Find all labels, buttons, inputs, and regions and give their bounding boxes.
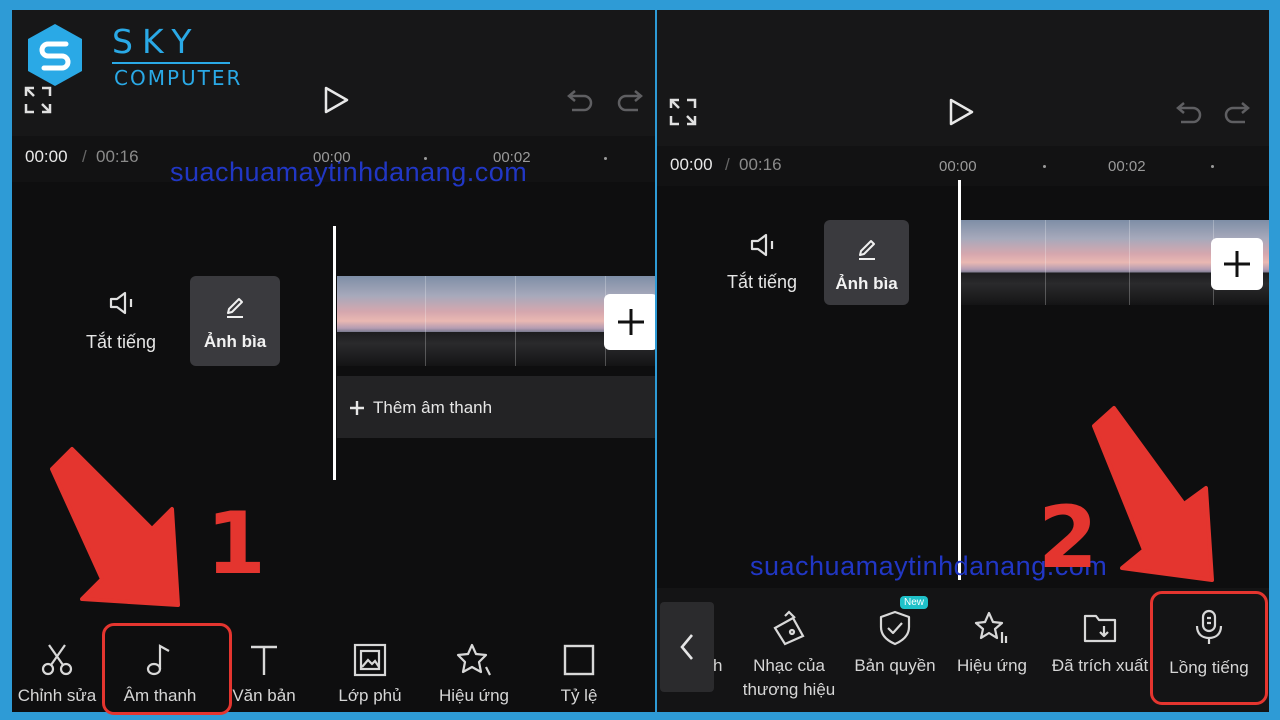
tool-overlay-label: Lớp phủ bbox=[338, 686, 402, 705]
right-cover-thumbnail[interactable]: Ảnh bìa bbox=[824, 220, 909, 305]
add-audio-label: Thêm âm thanh bbox=[373, 398, 493, 417]
watermark-text: suachuamaytinhdanang.com bbox=[170, 157, 528, 187]
tool-edit-label: Chỉnh sửa bbox=[17, 686, 97, 705]
overlay-icon bbox=[353, 643, 387, 677]
brand-music-icon bbox=[773, 610, 805, 646]
highlight-audio-tool bbox=[102, 623, 232, 715]
tool-extracted[interactable]: Đã trích xuất bbox=[1045, 606, 1155, 680]
new-badge: New bbox=[900, 596, 929, 609]
play-icon[interactable] bbox=[322, 85, 350, 115]
right-time-total: 00:16 bbox=[739, 155, 782, 174]
sound-effects-icon bbox=[974, 611, 1008, 643]
play-icon[interactable] bbox=[947, 97, 975, 127]
right-ruler-dot bbox=[1043, 165, 1046, 168]
left-mute-label[interactable]: Tắt tiếng bbox=[86, 332, 156, 353]
fullscreen-icon[interactable] bbox=[24, 86, 52, 114]
tool-sound-effects[interactable]: Hiệu ứng bbox=[949, 606, 1035, 680]
step-number-1: 1 bbox=[206, 494, 266, 594]
undo-icon[interactable] bbox=[564, 88, 594, 114]
sky-computer-logo: SKY COMPUTER bbox=[22, 22, 240, 90]
red-arrow-down-right-icon bbox=[50, 447, 180, 607]
logo-sub-text: COMPUTER bbox=[114, 66, 243, 90]
chevron-left-icon bbox=[680, 634, 693, 660]
left-time-separator: / bbox=[82, 147, 87, 166]
redo-icon[interactable] bbox=[1223, 100, 1253, 126]
tool-effects[interactable]: Hiệu ứng bbox=[426, 638, 522, 712]
left-cover-thumbnail[interactable]: Ảnh bìa bbox=[190, 276, 280, 366]
effects-star-icon bbox=[456, 643, 491, 676]
step-number-2: 2 bbox=[1038, 488, 1098, 588]
right-add-clip-button[interactable] bbox=[1211, 238, 1263, 290]
tool-text[interactable]: Văn bản bbox=[222, 638, 306, 712]
plus-small-icon bbox=[350, 401, 364, 415]
right-top-bar bbox=[657, 10, 1269, 148]
tool-brand-music[interactable]: Nhạc của thương hiệu bbox=[737, 606, 841, 702]
add-audio-track[interactable]: Thêm âm thanh bbox=[337, 376, 655, 438]
left-add-clip-button[interactable] bbox=[604, 294, 655, 350]
edit-pencil-icon bbox=[227, 298, 243, 318]
undo-icon[interactable] bbox=[1173, 100, 1203, 126]
tool-brand-music-label-1: Nhạc của bbox=[753, 656, 825, 675]
scissors-icon bbox=[41, 644, 73, 676]
ratio-square-icon bbox=[563, 644, 595, 676]
logo-underline bbox=[112, 62, 230, 64]
tool-overlay[interactable]: Lớp phủ bbox=[322, 638, 418, 712]
tool-brand-music-label-2: thương hiệu bbox=[742, 680, 836, 699]
text-icon bbox=[251, 645, 277, 675]
speaker-mute-icon[interactable] bbox=[749, 232, 779, 258]
left-ruler-dot bbox=[604, 157, 607, 160]
tool-edit[interactable]: Chỉnh sửa bbox=[12, 638, 102, 712]
speaker-mute-icon[interactable] bbox=[108, 290, 138, 316]
edit-pencil-icon bbox=[859, 240, 875, 260]
tool-effects-label: Hiệu ứng bbox=[439, 686, 509, 705]
logo-mark-icon bbox=[28, 24, 82, 86]
right-ruler-label-1: 00:02 bbox=[1108, 158, 1146, 175]
tool-ratio-label: Tỷ lệ bbox=[560, 686, 598, 705]
tool-copyright[interactable]: Bản quyền bbox=[847, 606, 943, 680]
highlight-voiceover-tool bbox=[1150, 591, 1268, 705]
toolbar-back-button[interactable] bbox=[660, 602, 714, 692]
tool-sound-effects-label: Hiệu ứng bbox=[957, 656, 1027, 675]
left-cover-label: Ảnh bìa bbox=[203, 332, 267, 351]
tool-extracted-label: Đã trích xuất bbox=[1051, 656, 1149, 675]
tool-ratio[interactable]: Tỷ lệ bbox=[534, 638, 624, 712]
left-time-current: 00:00 bbox=[25, 147, 68, 166]
red-arrow-down-right-icon bbox=[1092, 406, 1214, 582]
tool-copyright-label: Bản quyền bbox=[854, 656, 936, 675]
extracted-folder-icon bbox=[1083, 614, 1117, 643]
left-time-total: 00:16 bbox=[96, 147, 139, 166]
copyright-shield-icon bbox=[879, 610, 911, 646]
tool-text-label: Văn bản bbox=[232, 686, 296, 705]
logo-brand-text: SKY bbox=[112, 22, 201, 61]
left-playhead[interactable] bbox=[333, 226, 336, 480]
right-mute-label[interactable]: Tắt tiếng bbox=[727, 272, 797, 293]
right-time-current: 00:00 bbox=[670, 155, 713, 174]
right-ruler-dot bbox=[1211, 165, 1214, 168]
right-ruler-label-0: 00:00 bbox=[939, 158, 977, 175]
right-cover-label: Ảnh bìa bbox=[835, 274, 898, 293]
right-time-separator: / bbox=[725, 155, 730, 174]
redo-icon[interactable] bbox=[616, 88, 646, 114]
partial-tool-label: h bbox=[713, 656, 723, 675]
fullscreen-icon[interactable] bbox=[669, 98, 697, 126]
